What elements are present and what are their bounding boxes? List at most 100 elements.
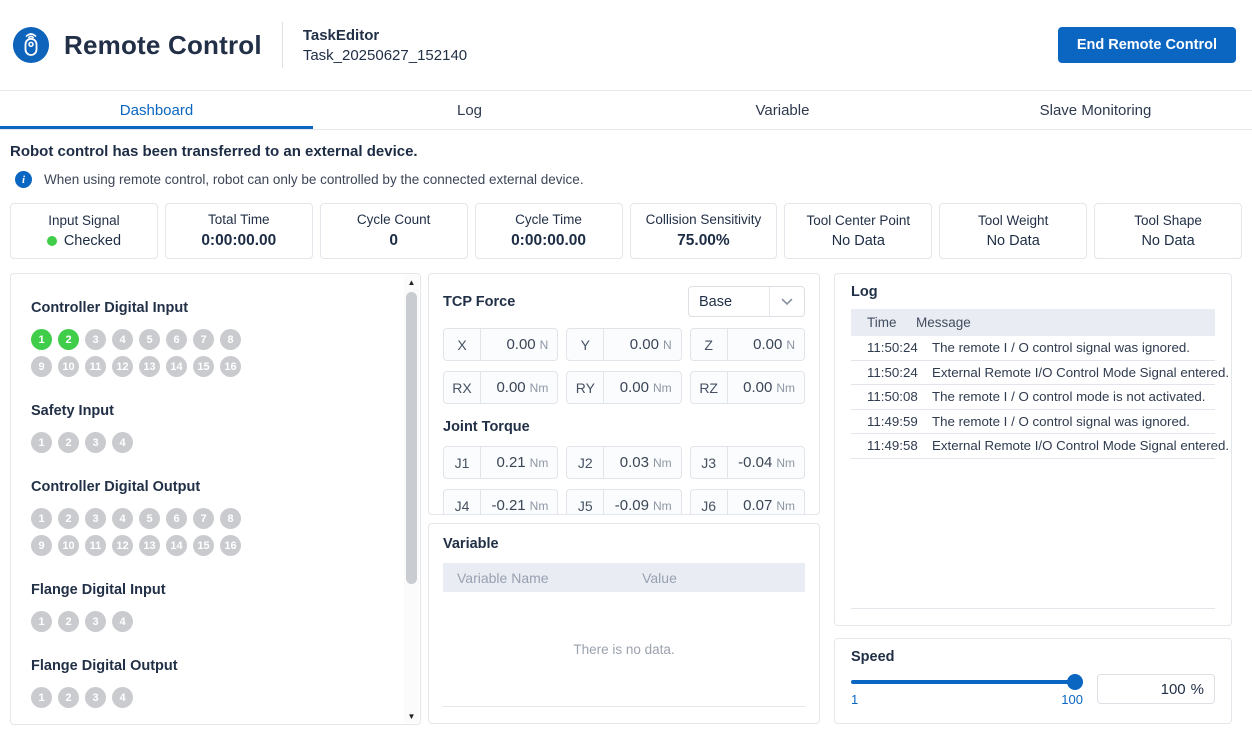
log-message: The remote I / O control signal was igno… xyxy=(916,340,1190,355)
stat-card: Collision Sensitivity75.00% xyxy=(630,203,778,259)
io-indicator: 10 xyxy=(58,356,79,377)
io-indicator: 13 xyxy=(139,535,160,556)
stat-value: No Data xyxy=(1141,233,1194,249)
joint-torque-axis-label: J4 xyxy=(444,490,481,515)
io-indicator: 5 xyxy=(139,329,160,350)
tcp-force-value: 0.00N xyxy=(728,329,804,360)
speed-slider-knob[interactable] xyxy=(1067,674,1083,690)
stat-value: No Data xyxy=(832,233,885,249)
tcp-force-y-field: Y0.00N xyxy=(566,328,681,361)
stat-label: Collision Sensitivity xyxy=(646,212,762,227)
speed-panel: Speed 1 100 100 % xyxy=(834,638,1232,724)
tcp-force-ry-field: RY0.00Nm xyxy=(566,371,681,404)
joint-torque-j1-field: J10.21Nm xyxy=(443,446,558,479)
scroll-up-icon[interactable]: ▲ xyxy=(404,275,419,289)
io-indicator: 16 xyxy=(220,356,241,377)
stat-value-text: Checked xyxy=(64,233,121,249)
stat-card: Tool Shape No Data xyxy=(1094,203,1242,259)
joint-torque-unit: Nm xyxy=(776,456,795,470)
speed-slider-track[interactable] xyxy=(851,680,1083,684)
notice-title: Robot control has been transferred to an… xyxy=(10,143,1242,160)
joint-torque-title: Joint Torque xyxy=(443,419,805,435)
io-section-title: Controller Digital Output xyxy=(31,479,376,495)
joint-torque-axis-label: J6 xyxy=(691,490,728,515)
log-time: 11:49:58 xyxy=(851,438,916,453)
stat-card: Tool Center PointNo Data xyxy=(784,203,932,259)
joint-torque-value: 0.21Nm xyxy=(481,447,557,478)
joint-torque-row: J4-0.21NmJ5-0.09NmJ60.07Nm xyxy=(443,489,805,515)
speed-value-field[interactable]: 100 % xyxy=(1097,674,1215,704)
joint-torque-axis-label: J2 xyxy=(567,447,604,478)
tcp-force-title: TCP Force xyxy=(443,294,515,310)
io-indicator: 3 xyxy=(85,329,106,350)
stat-value: No Data xyxy=(987,233,1040,249)
tcp-force-axis-label: RY xyxy=(567,372,604,403)
end-remote-control-button[interactable]: End Remote Control xyxy=(1058,27,1236,63)
app-header: Remote Control TaskEditor Task_20250627_… xyxy=(0,0,1252,91)
io-indicator: 11 xyxy=(85,356,106,377)
stat-label: Input Signal xyxy=(48,213,119,228)
tcp-force-axis-label: RX xyxy=(444,372,481,403)
io-indicator: 11 xyxy=(85,535,106,556)
tcp-force-axis-label: Z xyxy=(691,329,728,360)
joint-torque-value: -0.09Nm xyxy=(604,490,680,515)
joint-torque-j3-field: J3-0.04Nm xyxy=(690,446,805,479)
coordinate-frame-dropdown[interactable]: Base xyxy=(688,286,805,317)
log-time: 11:50:24 xyxy=(851,365,916,380)
tab-variable[interactable]: Variable xyxy=(626,91,939,129)
log-table-header: Time Message xyxy=(851,309,1215,336)
variable-table-header: Variable Name Value xyxy=(443,563,805,592)
log-message: The remote I / O control signal was igno… xyxy=(916,414,1190,429)
stat-label: Tool Shape xyxy=(1134,213,1202,228)
log-time: 11:50:24 xyxy=(851,340,916,355)
scrollbar-thumb[interactable] xyxy=(406,292,417,584)
stat-card: Total Time0:00:00.00 xyxy=(165,203,313,259)
io-indicator: 3 xyxy=(85,432,106,453)
frame-selected-value: Base xyxy=(689,294,769,310)
tcp-force-value: 0.00Nm xyxy=(604,372,680,403)
io-indicator: 12 xyxy=(112,356,133,377)
log-row: 11:50:08The remote I / O control mode is… xyxy=(851,385,1215,410)
tcp-force-x-field: X0.00N xyxy=(443,328,558,361)
tcp-force-unit: Nm xyxy=(776,381,795,395)
scroll-down-icon[interactable]: ▼ xyxy=(404,709,419,723)
tab-dashboard[interactable]: Dashboard xyxy=(0,91,313,129)
io-section-title: Safety Input xyxy=(31,403,376,419)
io-indicator: 1 xyxy=(31,432,52,453)
io-indicator: 16 xyxy=(220,535,241,556)
io-indicator: 7 xyxy=(193,329,214,350)
log-row: 11:50:24The remote I / O control signal … xyxy=(851,336,1215,361)
log-title: Log xyxy=(851,284,1215,300)
joint-torque-unit: Nm xyxy=(776,499,795,513)
io-indicator-group: 1234 xyxy=(31,611,247,632)
stat-value: Checked xyxy=(47,233,121,249)
io-indicator: 1 xyxy=(31,611,52,632)
io-section-title: Flange Digital Output xyxy=(31,658,376,674)
tcp-force-unit: N xyxy=(540,338,549,352)
io-panel-scrollbar[interactable]: ▲ ▼ xyxy=(404,275,419,723)
joint-torque-unit: Nm xyxy=(653,456,672,470)
variable-table-body: There is no data. xyxy=(443,592,805,706)
task-type: TaskEditor xyxy=(303,27,467,44)
variable-table-bottom-border xyxy=(443,706,805,707)
tab-slave-monitoring[interactable]: Slave Monitoring xyxy=(939,91,1252,129)
log-time-column-header: Time xyxy=(851,315,916,330)
notice-section: Robot control has been transferred to an… xyxy=(10,143,1242,188)
joint-torque-value: 0.03Nm xyxy=(604,447,680,478)
joint-torque-axis-label: J1 xyxy=(444,447,481,478)
dashboard-main: Controller Digital Input1234567891011121… xyxy=(10,273,1242,725)
io-indicator: 3 xyxy=(85,611,106,632)
joint-torque-axis-label: J3 xyxy=(691,447,728,478)
variable-empty-message: There is no data. xyxy=(573,642,674,657)
log-message: The remote I / O control mode is not act… xyxy=(916,389,1205,404)
stat-value: 0:00:00.00 xyxy=(511,232,586,250)
tab-log[interactable]: Log xyxy=(313,91,626,129)
stat-card: Input Signal Checked xyxy=(10,203,158,259)
joint-torque-unit: Nm xyxy=(530,499,549,513)
joint-torque-unit: Nm xyxy=(530,456,549,470)
io-indicator: 2 xyxy=(58,611,79,632)
speed-slider[interactable] xyxy=(851,674,1083,690)
joint-torque-j6-field: J60.07Nm xyxy=(690,489,805,515)
log-time: 11:50:08 xyxy=(851,389,916,404)
middle-column: TCP Force Base X0.00NY0.00N Z0.00N RX 0.00N… xyxy=(428,273,820,724)
